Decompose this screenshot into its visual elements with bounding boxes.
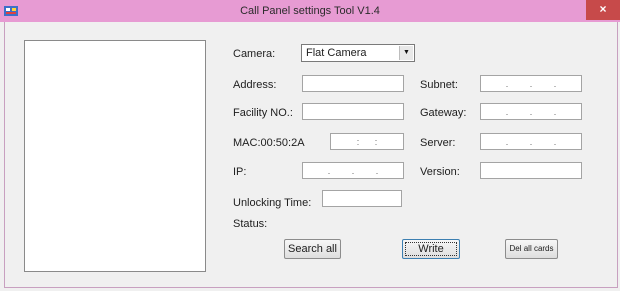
server-field[interactable]: . . . [480, 133, 582, 150]
window-title: Call Panel settings Tool V1.4 [240, 5, 380, 17]
version-field[interactable] [480, 162, 582, 179]
version-label: Version: [420, 166, 460, 178]
mac-label: MAC:00:50:2A [233, 137, 305, 149]
ip-dot: . [529, 136, 533, 147]
ip-dot: . [529, 78, 533, 89]
ip-dot: . [529, 106, 533, 117]
unlock-time-label: Unlocking Time: [233, 197, 312, 209]
address-label: Address: [233, 79, 277, 91]
subnet-label: Subnet: [420, 79, 458, 91]
ip-field[interactable]: . . . [302, 162, 404, 179]
mac-field[interactable]: : : [330, 133, 404, 150]
subnet-field[interactable]: . . . [480, 75, 582, 92]
facility-label: Facility NO.: [233, 107, 293, 119]
ip-dot: . [505, 78, 509, 89]
server-label: Server: [420, 137, 456, 149]
camera-label: Camera: [233, 48, 276, 60]
ip-dot: . [553, 106, 557, 117]
mac-separator: : [356, 136, 360, 147]
camera-select-value: Flat Camera [306, 47, 367, 59]
facility-field[interactable] [302, 103, 404, 120]
ip-dot: . [327, 165, 331, 176]
gateway-field[interactable]: . . . [480, 103, 582, 120]
ip-dot: . [505, 106, 509, 117]
ip-dot: . [505, 136, 509, 147]
title-bar: Call Panel settings Tool V1.4 × [0, 0, 620, 22]
del-all-cards-button[interactable]: Del all cards [505, 239, 558, 259]
ip-label: IP: [233, 166, 247, 178]
device-list[interactable] [24, 40, 206, 272]
camera-select[interactable]: Flat Camera ▼ [301, 44, 415, 62]
ip-dot: . [553, 78, 557, 89]
close-button[interactable]: × [586, 0, 620, 20]
ip-dot: . [351, 165, 355, 176]
gateway-label: Gateway: [420, 107, 467, 119]
unlock-time-field[interactable] [322, 190, 402, 207]
chevron-down-icon[interactable]: ▼ [399, 46, 413, 60]
ip-dot: . [553, 136, 557, 147]
mac-separator: : [374, 136, 378, 147]
ip-dot: . [375, 165, 379, 176]
status-label: Status: [233, 218, 268, 230]
address-field[interactable] [302, 75, 404, 92]
search-all-button[interactable]: Search all [284, 239, 341, 259]
write-button[interactable]: Write [402, 239, 460, 259]
